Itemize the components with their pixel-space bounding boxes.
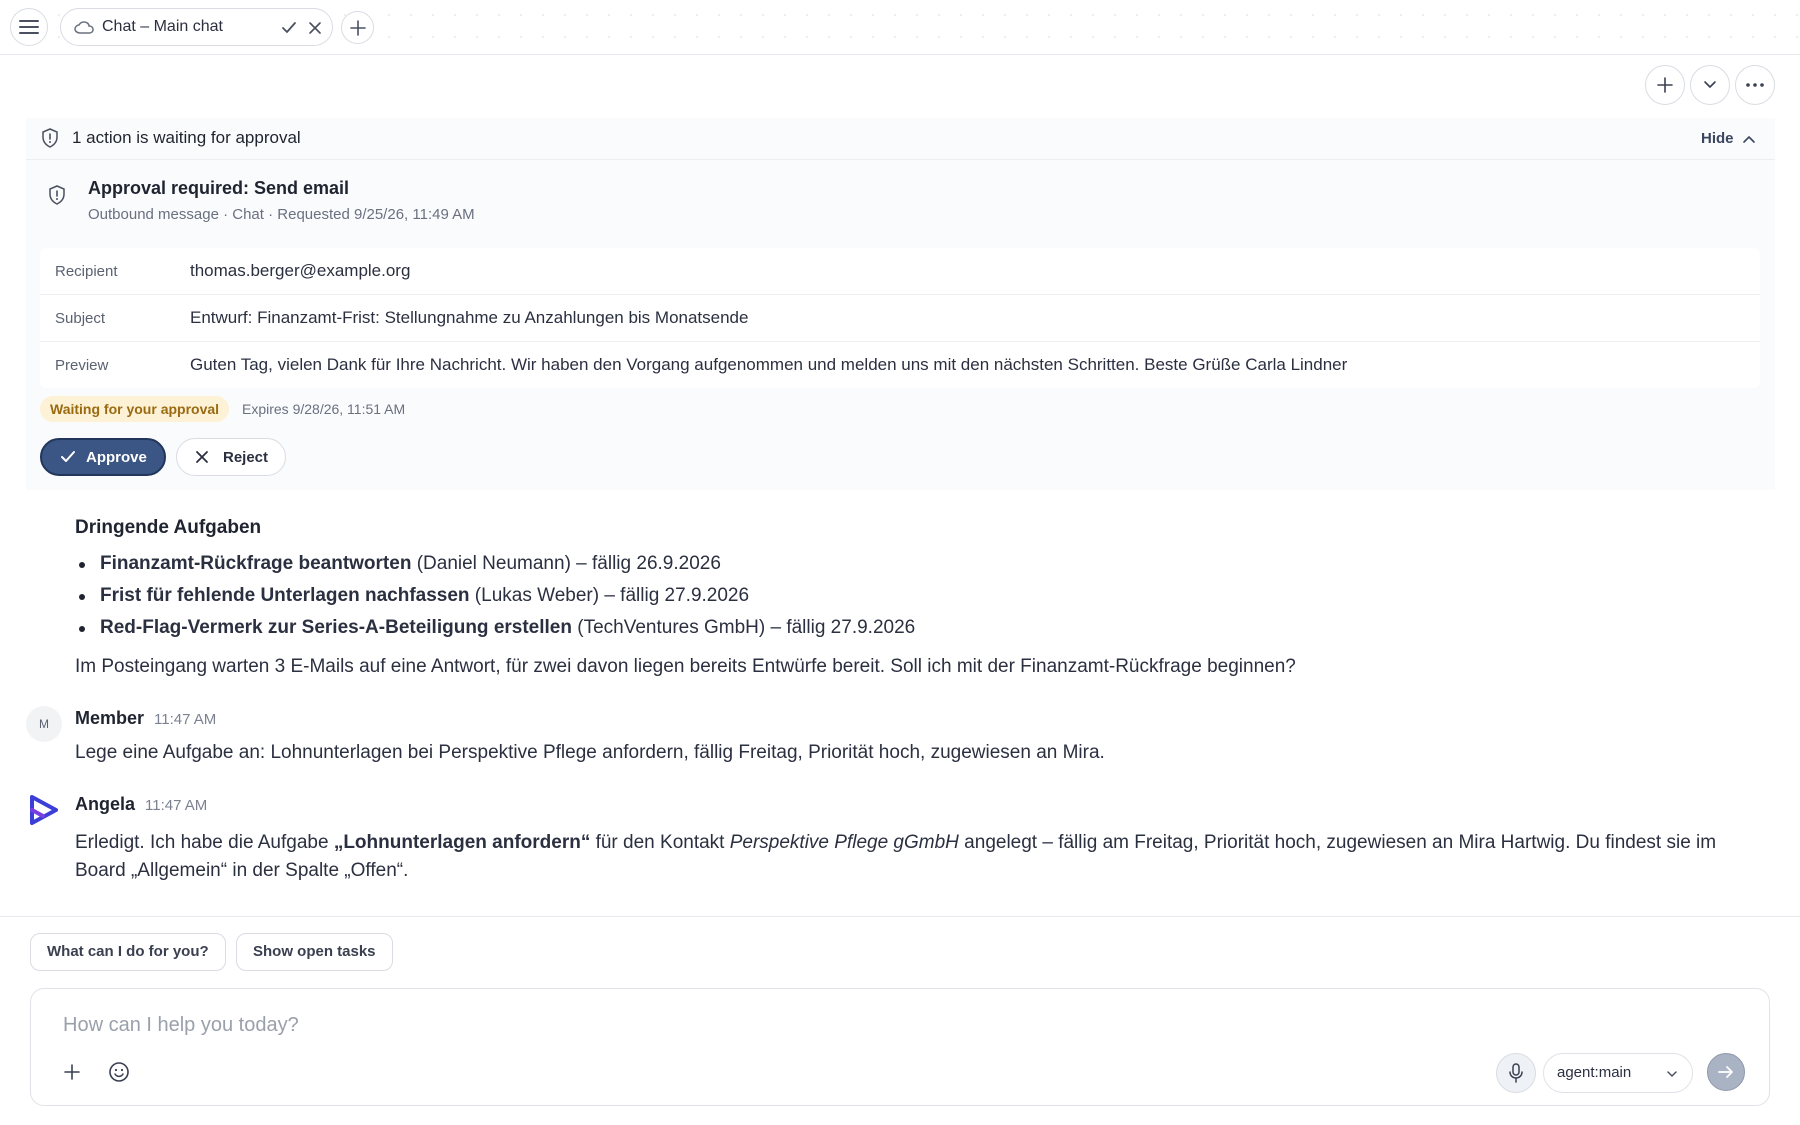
details-row-subject: Subject Entwurf: Finanzamt-Frist: Stellu…: [40, 295, 1760, 342]
menu-button[interactable]: [10, 8, 48, 46]
close-icon[interactable]: [308, 21, 322, 35]
agent-select-value: agent:main: [1557, 1064, 1632, 1081]
message-time: 11:47 AM: [145, 797, 208, 814]
hide-button[interactable]: Hide: [1701, 130, 1756, 147]
tab-main-chat[interactable]: Chat – Main chat: [60, 8, 333, 46]
agent-select[interactable]: agent:main: [1543, 1053, 1693, 1093]
message-text: Erledigt. Ich habe die Aufgabe „Lohnunte…: [75, 829, 1775, 885]
details-value: Guten Tag, vielen Dank für Ihre Nachrich…: [190, 355, 1348, 374]
add-button[interactable]: [1645, 65, 1685, 105]
attach-button[interactable]: [61, 1061, 83, 1083]
expand-button[interactable]: [1690, 65, 1730, 105]
reject-button[interactable]: Reject: [176, 438, 286, 476]
smiley-icon: [109, 1062, 129, 1082]
text-segment: angelegt – fällig am Freitag, Priorität …: [958, 832, 1717, 853]
details-row-preview: Preview Guten Tag, vielen Dank für Ihre …: [40, 342, 1760, 388]
task-title: Finanzamt-Rückfrage beantworten: [100, 553, 412, 574]
chevron-down-icon: [1667, 1071, 1677, 1077]
plus-icon: [1657, 77, 1673, 93]
task-title: Frist für fehlende Unterlagen nachfassen: [100, 585, 470, 606]
new-tab-button[interactable]: [341, 11, 374, 44]
top-tab-bar: Chat – Main chat: [0, 0, 1800, 55]
hide-label: Hide: [1701, 130, 1734, 147]
chevron-up-icon: [1742, 135, 1755, 143]
summary-heading: Dringende Aufgaben: [75, 517, 262, 538]
task-detail: (TechVentures GmbH) – fällig 27.9.2026: [571, 617, 916, 638]
summary-closing: Im Posteingang warten 3 E-Mails auf eine…: [75, 656, 1296, 677]
suggestion-chip[interactable]: Show open tasks: [236, 933, 393, 971]
approval-banner: 1 action is waiting for approval Hide: [26, 118, 1775, 160]
emoji-button[interactable]: [108, 1061, 130, 1083]
message-header: Member 11:47 AM: [75, 708, 216, 729]
check-icon[interactable]: [281, 21, 297, 35]
shield-icon: [49, 185, 65, 205]
bullet: [79, 626, 85, 632]
details-key: Subject: [55, 310, 106, 327]
details-row-recipient: Recipient thomas.berger@example.org: [40, 248, 1760, 295]
approve-label: Approve: [86, 448, 147, 466]
composer: agent:main: [30, 988, 1770, 1106]
divider: [0, 916, 1800, 917]
approval-details-table: Recipient thomas.berger@example.org Subj…: [40, 248, 1760, 388]
task-detail: (Lukas Weber) – fällig 27.9.2026: [469, 585, 750, 606]
bullet: [79, 594, 85, 600]
task-item: Red-Flag-Vermerk zur Series-A-Beteiligun…: [100, 617, 915, 639]
task-item: Finanzamt-Rückfrage beantworten (Daniel …: [100, 553, 721, 575]
angela-logo-icon: [30, 795, 58, 825]
chat-cloud-icon: [74, 21, 94, 34]
task-title: Red-Flag-Vermerk zur Series-A-Beteiligun…: [100, 617, 572, 638]
details-key: Preview: [55, 357, 109, 374]
task-detail: (Daniel Neumann) – fällig 26.9.2026: [411, 553, 721, 574]
details-value: Entwurf: Finanzamt-Frist: Stellungnahme …: [190, 308, 749, 327]
chevron-down-icon: [1704, 81, 1716, 88]
more-options-button[interactable]: [1735, 65, 1775, 105]
approval-subtitle: Outbound message · Chat · Requested 9/25…: [88, 206, 475, 223]
message-author: Angela: [75, 794, 136, 814]
message-text: Lege eine Aufgabe an: Lohnunterlagen bei…: [75, 742, 1105, 763]
plus-icon: [64, 1064, 80, 1080]
text-italic-segment: Perspektive Pflege gGmbH: [729, 832, 959, 853]
text-segment: für den Kontakt: [590, 832, 730, 853]
microphone-button[interactable]: [1496, 1053, 1536, 1093]
approval-title: Approval required: Send email: [88, 178, 350, 198]
expires-text: Expires 9/28/26, 11:51 AM: [242, 401, 406, 417]
message-input[interactable]: [61, 1009, 1665, 1041]
microphone-icon: [1509, 1063, 1523, 1083]
task-item: Frist für fehlende Unterlagen nachfassen…: [100, 585, 749, 607]
tab-title: Chat – Main chat: [102, 18, 223, 35]
message-author: Member: [75, 708, 145, 728]
avatar-letter: M: [39, 717, 49, 731]
approval-banner-text: 1 action is waiting for approval: [72, 128, 301, 147]
check-icon: [61, 451, 75, 462]
arrow-right-icon: [1718, 1066, 1733, 1078]
message-header: Angela 11:47 AM: [75, 794, 207, 815]
close-icon: [196, 451, 208, 463]
text-segment: Erledigt. Ich habe die Aufgabe: [75, 832, 334, 853]
details-key: Recipient: [55, 263, 118, 280]
message-time: 11:47 AM: [154, 711, 217, 728]
avatar: M: [26, 706, 62, 742]
ellipsis-icon: [1746, 83, 1764, 87]
plus-icon: [349, 19, 366, 36]
text-segment: Board „Allgemein“ in der Spalte „Offen“.: [75, 860, 409, 881]
text-bold-segment: „Lohnunterlagen anfordern“: [333, 832, 591, 853]
details-value: thomas.berger@example.org: [190, 261, 411, 280]
hamburger-icon: [19, 20, 39, 34]
bullet: [79, 562, 85, 568]
suggestion-chip[interactable]: What can I do for you?: [30, 933, 226, 971]
send-button[interactable]: [1707, 1053, 1745, 1091]
status-badge: Waiting for your approval: [40, 396, 230, 422]
shield-icon: [42, 128, 58, 148]
reject-label: Reject: [223, 448, 269, 466]
approve-button[interactable]: Approve: [40, 438, 166, 476]
